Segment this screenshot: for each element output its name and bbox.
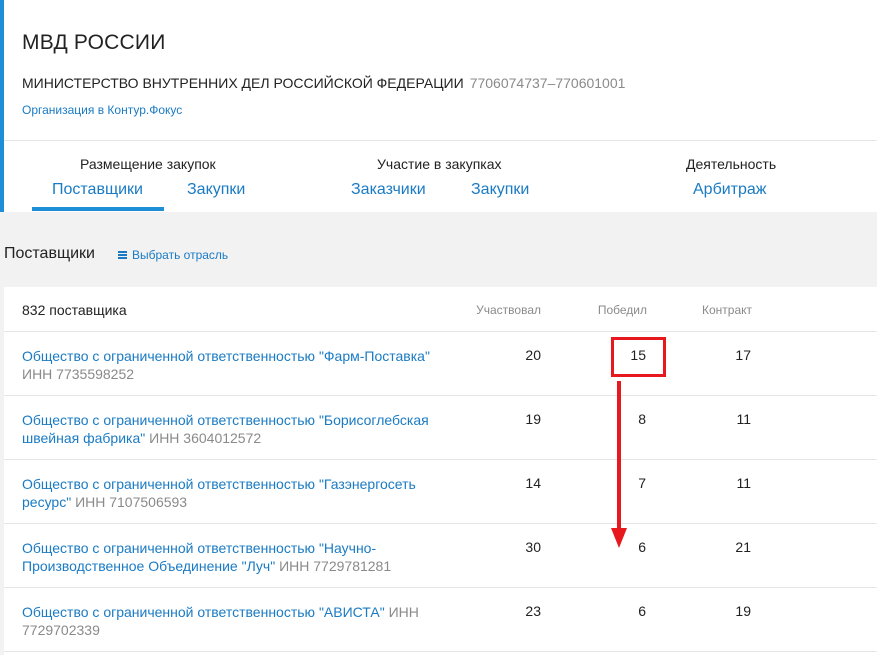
column-header-won: Победил: [597, 303, 647, 317]
nav-group-title-activity: Деятельность: [686, 156, 777, 172]
participated-value: 20: [525, 347, 541, 363]
org-full-name: МИНИСТЕРСТВО ВНУТРЕННИХ ДЕЛ РОССИЙСКОЙ Ф…: [22, 75, 625, 91]
contract-value: 11: [736, 411, 751, 427]
participated-value: 23: [525, 603, 541, 619]
supplier-link[interactable]: Общество с ограниченной ответственностью…: [22, 348, 430, 364]
table-row: Общество с ограниченной ответственностью…: [4, 396, 877, 460]
arrow-down-icon: [611, 528, 627, 548]
table-row: Общество с ограниченной ответственностью…: [4, 524, 877, 588]
highlight-box-annotation: [611, 337, 666, 377]
select-industry-label: Выбрать отрасль: [132, 248, 229, 262]
table-header: 832 поставщика Участвовал Победил Контра…: [4, 287, 877, 332]
supplier-inn: ИНН 7729781281: [279, 558, 392, 574]
supplier-inn: ИНН 3604012572: [149, 430, 262, 446]
select-industry-button[interactable]: Выбрать отрасль: [118, 248, 228, 262]
contract-value: 19: [735, 603, 751, 619]
tab-placement-purchases[interactable]: Закупки: [187, 181, 245, 199]
table-row: Общество с ограниченной ответственностью…: [4, 588, 877, 652]
supplier-cell: Общество с ограниченной ответственностью…: [22, 411, 452, 447]
accent-bar: [0, 0, 4, 212]
column-header-contract: Контракт: [701, 303, 752, 317]
supplier-inn: ИНН 7107506593: [75, 494, 188, 510]
supplier-cell: Общество с ограниченной ответственностью…: [22, 475, 452, 511]
tab-participation-purchases[interactable]: Закупки: [471, 181, 529, 199]
supplier-inn: ИНН 7735598252: [22, 366, 135, 382]
active-tab-indicator: [32, 207, 164, 211]
tab-customers[interactable]: Заказчики: [351, 181, 426, 199]
participated-value: 14: [525, 475, 541, 491]
won-value: 6: [638, 603, 646, 619]
contract-value: 17: [735, 347, 751, 363]
section-title: Поставщики: [4, 245, 95, 262]
supplier-cell: Общество с ограниченной ответственностью…: [22, 539, 452, 575]
tab-suppliers[interactable]: Поставщики: [52, 181, 143, 199]
supplier-link[interactable]: Общество с ограниченной ответственностью…: [22, 604, 385, 620]
participated-value: 19: [525, 411, 541, 427]
nav-group-title-placement: Размещение закупок: [80, 156, 216, 172]
contract-value: 21: [735, 539, 751, 555]
organization-card: МВД РОССИИ МИНИСТЕРСТВО ВНУТРЕННИХ ДЕЛ Р…: [0, 0, 877, 212]
participated-value: 30: [525, 539, 541, 555]
table-row: Общество с ограниченной ответственностью…: [4, 332, 877, 396]
kontur-focus-link[interactable]: Организация в Контур.Фокус: [22, 103, 182, 117]
arrow-annotation-line: [617, 381, 621, 531]
supplier-cell: Общество с ограниченной ответственностью…: [22, 347, 452, 383]
contract-value: 11: [736, 475, 751, 491]
tab-arbitration[interactable]: Арбитраж: [693, 181, 767, 199]
won-value: 8: [638, 411, 646, 427]
won-value: 6: [638, 539, 646, 555]
won-value: 7: [638, 475, 646, 491]
table-row: Общество с ограниченной ответственностью…: [4, 460, 877, 524]
org-full-name-text: МИНИСТЕРСТВО ВНУТРЕННИХ ДЕЛ РОССИЙСКОЙ Ф…: [22, 75, 464, 91]
org-inn-kpp: 7706074737–770601001: [469, 75, 626, 91]
nav-group-title-participation: Участие в закупках: [377, 156, 502, 172]
list-icon: [118, 251, 127, 259]
suppliers-count: 832 поставщика: [22, 302, 127, 318]
suppliers-table: 832 поставщика Участвовал Победил Контра…: [4, 287, 877, 655]
supplier-cell: Общество с ограниченной ответственностью…: [22, 603, 452, 639]
org-short-name: МВД РОССИИ: [22, 31, 166, 54]
column-header-participated: Участвовал: [476, 303, 541, 317]
divider: [4, 140, 877, 141]
